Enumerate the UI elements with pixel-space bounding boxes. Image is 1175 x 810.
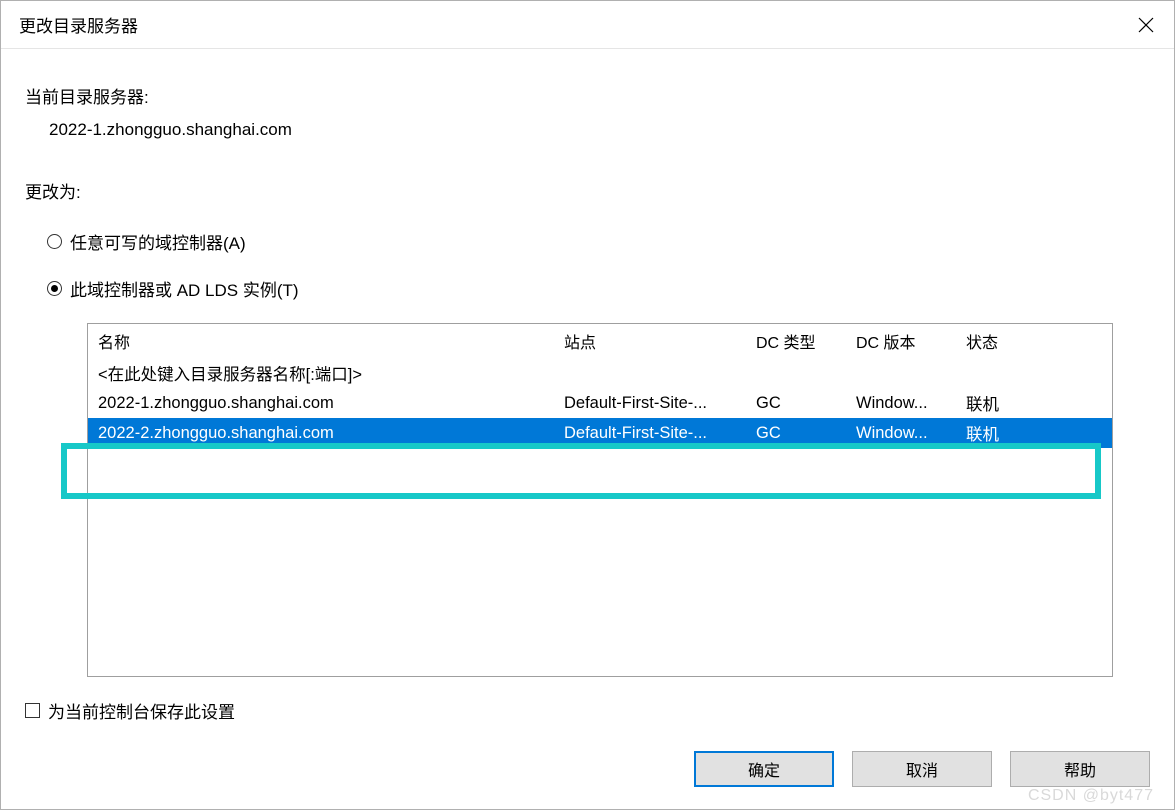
cancel-button[interactable]: 取消 xyxy=(852,751,992,787)
change-to-label: 更改为: xyxy=(25,178,1150,203)
cell-dctype: GC xyxy=(746,394,846,413)
col-header-status[interactable]: 状态 xyxy=(956,329,1112,353)
help-button[interactable]: 帮助 xyxy=(1010,751,1150,787)
current-server-label: 当前目录服务器: xyxy=(25,83,1150,108)
close-button[interactable] xyxy=(1118,1,1174,48)
save-checkbox-label: 为当前控制台保存此设置 xyxy=(48,698,235,723)
cell-status: 联机 xyxy=(956,391,1112,415)
table-placeholder-row[interactable]: <在此处键入目录服务器名称[:端口]> xyxy=(88,358,1112,388)
radio-any-writable-dc[interactable]: 任意可写的域控制器(A) xyxy=(47,229,1150,254)
watermark: CSDN @byt477 xyxy=(1028,787,1154,805)
table-row[interactable]: 2022-2.zhongguo.shanghai.com Default-Fir… xyxy=(88,418,1112,448)
cell-name: 2022-1.zhongguo.shanghai.com xyxy=(88,394,554,413)
table-row[interactable]: 2022-1.zhongguo.shanghai.com Default-Fir… xyxy=(88,388,1112,418)
save-for-console-row[interactable]: 为当前控制台保存此设置 xyxy=(25,698,235,723)
cell-dctype: GC xyxy=(746,424,846,443)
col-header-name[interactable]: 名称 xyxy=(88,329,554,353)
col-header-site[interactable]: 站点 xyxy=(554,329,746,353)
button-bar: 确定 取消 帮助 xyxy=(694,751,1150,787)
dialog-title: 更改目录服务器 xyxy=(19,12,138,37)
cell-site: Default-First-Site-... xyxy=(554,394,746,413)
dialog-body: 当前目录服务器: 2022-1.zhongguo.shanghai.com 更改… xyxy=(1,49,1174,809)
ok-button[interactable]: 确定 xyxy=(694,751,834,787)
radio-this-dc-label: 此域控制器或 AD LDS 实例(T) xyxy=(70,276,299,301)
close-icon xyxy=(1138,17,1154,33)
cell-dcver: Window... xyxy=(846,394,956,413)
cell-site: Default-First-Site-... xyxy=(554,424,746,443)
dc-list-table[interactable]: 名称 站点 DC 类型 DC 版本 状态 <在此处键入目录服务器名称[:端口]>… xyxy=(87,323,1113,677)
radio-icon xyxy=(47,281,62,296)
table-header: 名称 站点 DC 类型 DC 版本 状态 xyxy=(88,324,1112,358)
cell-name: 2022-2.zhongguo.shanghai.com xyxy=(88,424,554,443)
radio-any-writable-label: 任意可写的域控制器(A) xyxy=(70,229,246,254)
placeholder-cell: <在此处键入目录服务器名称[:端口]> xyxy=(88,361,554,385)
col-header-dctype[interactable]: DC 类型 xyxy=(746,329,846,353)
radio-icon xyxy=(47,234,62,249)
radio-this-dc[interactable]: 此域控制器或 AD LDS 实例(T) xyxy=(47,276,1150,301)
titlebar: 更改目录服务器 xyxy=(1,1,1174,49)
cell-dcver: Window... xyxy=(846,424,956,443)
checkbox-icon xyxy=(25,703,40,718)
cell-status: 联机 xyxy=(956,421,1112,445)
change-directory-server-dialog: 更改目录服务器 当前目录服务器: 2022-1.zhongguo.shangha… xyxy=(0,0,1175,810)
col-header-dcver[interactable]: DC 版本 xyxy=(846,329,956,353)
current-server-value: 2022-1.zhongguo.shanghai.com xyxy=(49,120,1150,140)
